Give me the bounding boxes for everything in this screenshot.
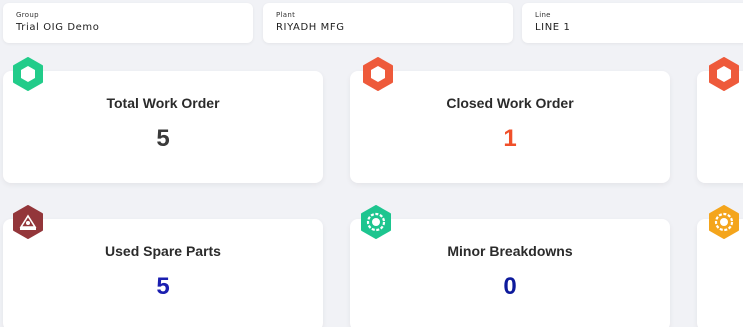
used-spare-parts-card[interactable]: Used Spare Parts 5 [3, 219, 323, 327]
line-filter-label: Line [535, 11, 551, 19]
group-filter[interactable]: Group Trial OIG Demo [3, 3, 253, 43]
hexagon-ring-icon [11, 57, 45, 91]
closed-work-order-value: 1 [503, 125, 517, 152]
total-work-order-value: 5 [156, 125, 170, 152]
used-spare-parts-title: Used Spare Parts [105, 243, 221, 259]
total-work-order-card[interactable]: Total Work Order 5 [3, 71, 323, 183]
plant-filter[interactable]: Plant RIYADH MFG [263, 3, 513, 43]
hexagon-ring-icon [361, 57, 395, 91]
gear-settings-icon [707, 205, 741, 239]
used-spare-parts-value: 5 [156, 273, 170, 300]
plant-filter-label: Plant [276, 11, 296, 19]
minor-breakdowns-title: Minor Breakdowns [447, 243, 573, 259]
minor-breakdowns-card[interactable]: Minor Breakdowns 0 [350, 219, 670, 327]
spare-parts-icon [11, 205, 45, 239]
plant-filter-value: RIYADH MFG [276, 22, 345, 33]
line-filter[interactable]: Line LINE 1 [522, 3, 743, 43]
line-filter-value: LINE 1 [535, 22, 571, 33]
closed-work-order-title: Closed Work Order [446, 95, 574, 111]
dashboard: Group Trial OIG Demo Plant RIYADH MFG Li… [0, 0, 743, 327]
hexagon-ring-icon [707, 57, 741, 91]
minor-breakdowns-value: 0 [503, 273, 517, 300]
total-work-order-title: Total Work Order [106, 95, 220, 111]
closed-work-order-card[interactable]: Closed Work Order 1 [350, 71, 670, 183]
gear-settings-icon [359, 205, 393, 239]
group-filter-label: Group [16, 11, 39, 19]
group-filter-value: Trial OIG Demo [16, 22, 100, 33]
